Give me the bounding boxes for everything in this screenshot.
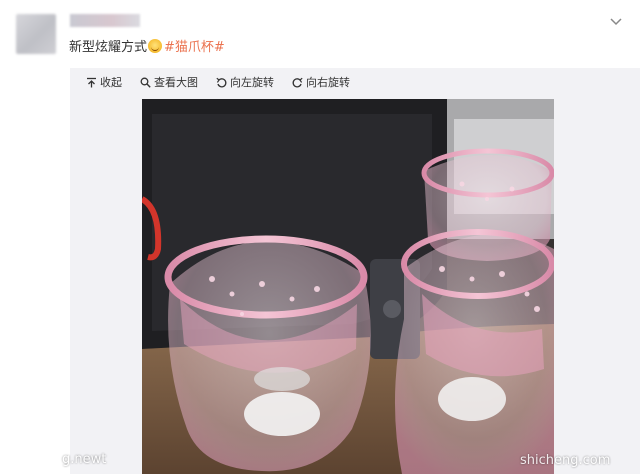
cat-paw-glass-cups-photo [142,99,554,474]
post-photo[interactable] [142,99,554,474]
image-toolbar: 收起 查看大图 向左旋转 向右旋转 [86,74,350,90]
rotate-right-button[interactable]: 向右旋转 [292,74,350,90]
collapse-label: 收起 [100,76,122,89]
grinning-face-icon [148,39,163,53]
collapse-button[interactable]: 收起 [86,74,122,90]
rotate-right-label: 向右旋转 [306,76,350,89]
user-avatar[interactable] [16,14,56,54]
chevron-down-icon[interactable] [610,18,622,26]
post-main-text: 新型炫耀方式 [69,40,148,55]
rotate-right-icon [292,77,303,87]
magnifier-icon [140,77,151,88]
rotate-left-button[interactable]: 向左旋转 [216,74,274,90]
collapse-up-icon [87,77,96,87]
view-large-button[interactable]: 查看大图 [140,74,198,90]
view-large-label: 查看大图 [154,76,198,89]
topic-link[interactable]: #猫爪杯# [164,40,225,55]
watermark-left: g.newt [62,452,107,467]
username-blurred[interactable] [70,14,140,27]
rotate-left-icon [216,77,227,87]
rotate-left-label: 向左旋转 [230,76,274,89]
post-text: 新型炫耀方式 #猫爪杯# [69,39,225,56]
watermark-right: shicheng.com [520,453,611,468]
